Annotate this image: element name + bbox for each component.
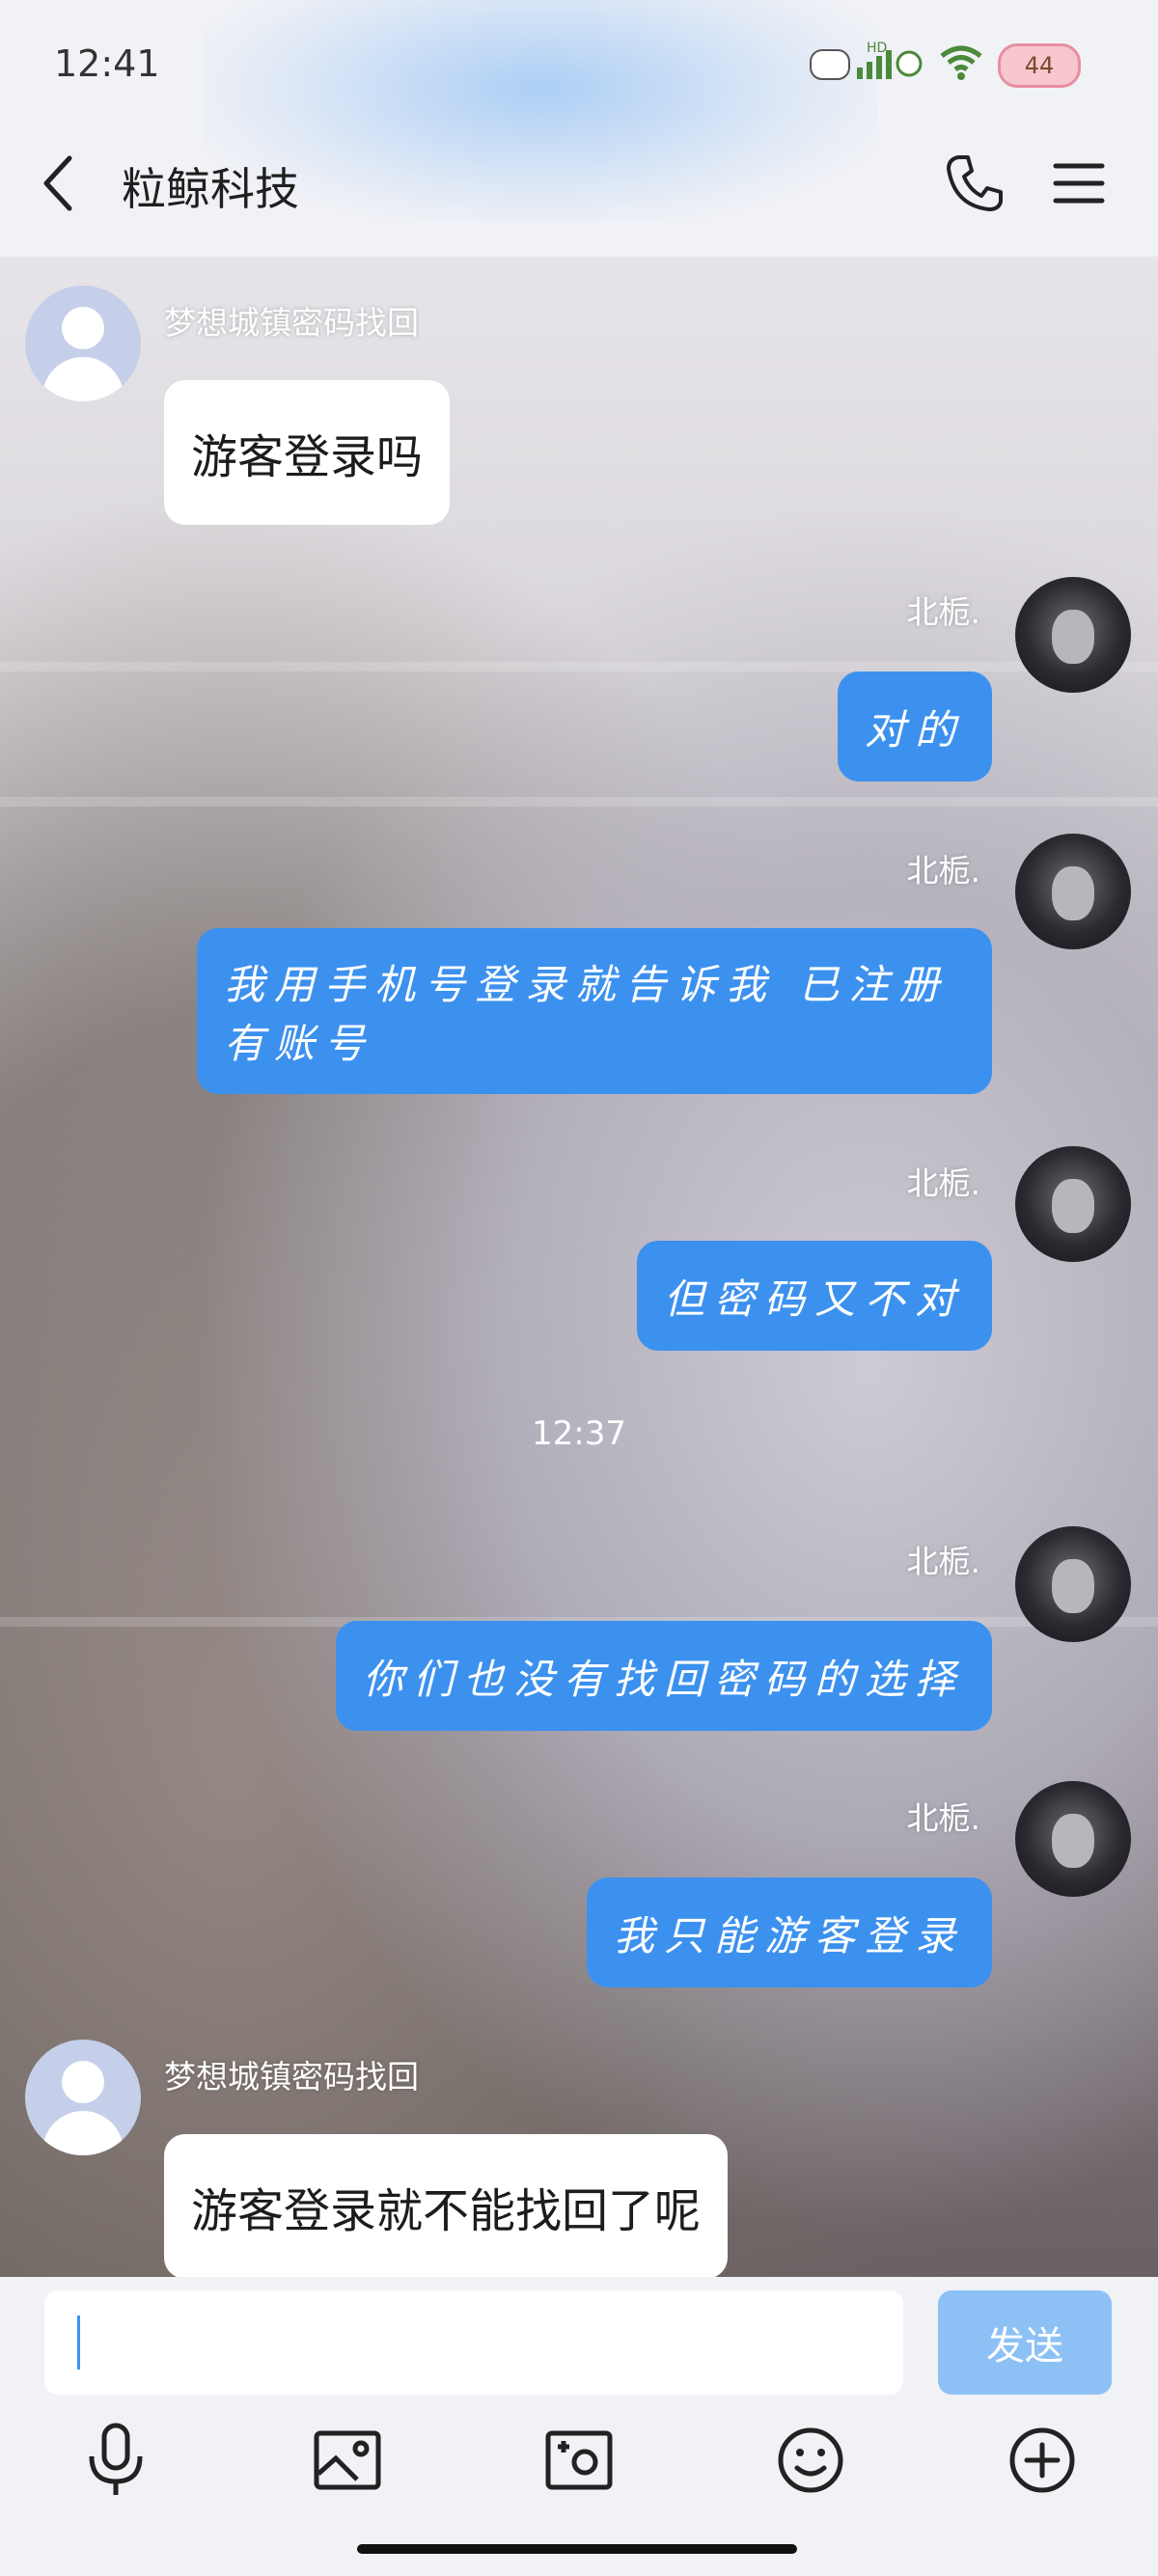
background-detail <box>0 662 1158 671</box>
sender-name: 北栀. <box>906 593 981 631</box>
message-bubble[interactable]: 我用手机号登录就告诉我 已注册 有账号 <box>197 928 992 1094</box>
sender-name: 北栀. <box>906 852 981 890</box>
more-button[interactable] <box>1004 2422 1081 2499</box>
wifi-icon <box>938 41 984 90</box>
menu-button[interactable] <box>1052 154 1106 212</box>
header-background-glow <box>203 0 878 222</box>
status-icons: HD 44 <box>809 39 1081 92</box>
message-line: 我用手机号登录就告诉我 已注册 <box>224 961 950 1008</box>
avatar[interactable] <box>1015 1146 1131 1262</box>
camera-button[interactable] <box>540 2422 618 2499</box>
image-icon <box>314 2430 381 2490</box>
avatar[interactable] <box>25 286 141 401</box>
hd-signal-icon: HD <box>809 39 924 92</box>
sender-name: 北栀. <box>906 1799 981 1837</box>
emoji-button[interactable] <box>772 2422 849 2499</box>
avatar[interactable] <box>1015 577 1131 693</box>
message-bubble[interactable]: 对的 <box>837 671 992 781</box>
back-button[interactable] <box>39 154 87 212</box>
message-bubble[interactable]: 游客登录吗 <box>164 380 451 525</box>
message-bubble[interactable]: 我只能游客登录 <box>586 1877 992 1987</box>
avatar[interactable] <box>1015 1526 1131 1642</box>
microphone-icon <box>89 2423 143 2495</box>
message-line: 有账号 <box>224 1020 375 1067</box>
background-detail <box>0 797 1158 807</box>
time-divider: 12:37 <box>532 1414 626 1453</box>
chevron-left-icon <box>43 155 72 211</box>
message-input[interactable] <box>44 2290 903 2395</box>
top-bar: 12:41 HD 44 粒鲸科技 <box>0 0 1158 257</box>
call-button[interactable] <box>941 150 1008 217</box>
home-indicator[interactable] <box>357 2544 797 2554</box>
camera-icon <box>545 2430 613 2490</box>
menu-icon <box>1053 163 1105 204</box>
avatar[interactable] <box>1015 834 1131 949</box>
image-button[interactable] <box>309 2422 386 2499</box>
sender-name: 北栀. <box>906 1165 981 1202</box>
voice-button[interactable] <box>77 2422 154 2499</box>
text-caret <box>77 2316 80 2370</box>
sender-name: 梦想城镇密码找回 <box>164 2058 419 2096</box>
message-bubble[interactable]: 游客登录就不能找回了呢 <box>164 2134 729 2277</box>
input-area: 发送 <box>0 2277 1158 2576</box>
status-time: 12:41 <box>54 42 160 85</box>
phone-icon <box>947 155 1003 211</box>
emoji-icon <box>778 2427 843 2493</box>
message-bubble[interactable]: 你们也没有找回密码的选择 <box>335 1621 992 1731</box>
battery-icon: 44 <box>998 42 1081 88</box>
chat-area[interactable]: 梦想城镇密码找回 游客登录吗 北栀. 对的 北栀. 我用手机号登录就告诉我 已注… <box>0 257 1158 2277</box>
svg-text:HD: HD <box>867 41 887 56</box>
avatar[interactable] <box>1015 1781 1131 1897</box>
chat-title: 粒鲸科技 <box>122 163 299 215</box>
avatar[interactable] <box>25 2040 141 2155</box>
message-bubble[interactable]: 但密码又不对 <box>636 1241 992 1351</box>
sender-name: 北栀. <box>906 1543 981 1580</box>
plus-icon <box>1009 2427 1075 2493</box>
sender-name: 梦想城镇密码找回 <box>164 304 419 342</box>
send-button[interactable]: 发送 <box>938 2290 1112 2395</box>
